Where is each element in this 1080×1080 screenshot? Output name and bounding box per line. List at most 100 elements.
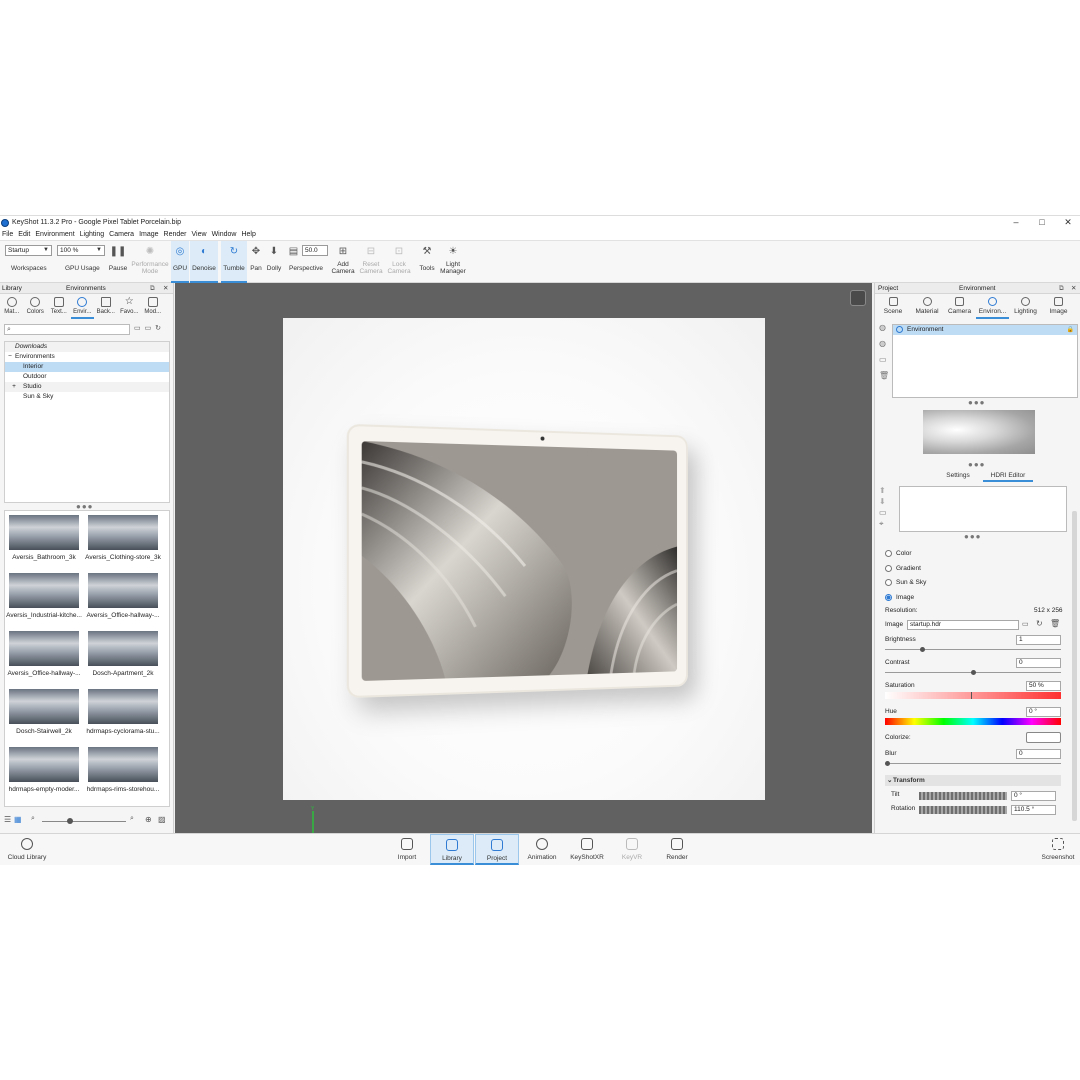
thumbnail-item[interactable]: Dosch-Stairwell_2k bbox=[5, 685, 83, 741]
tree-item-studio[interactable]: + Studio bbox=[5, 382, 169, 392]
delete-icon[interactable]: 🗑 bbox=[1050, 619, 1060, 628]
light-manager-button[interactable]: ☀ Light Manager bbox=[438, 241, 468, 283]
tab-material[interactable]: Material bbox=[911, 295, 943, 319]
tab-image[interactable]: Image bbox=[1042, 295, 1075, 319]
lock-icon[interactable]: 🔒 bbox=[1067, 325, 1074, 335]
radio-button[interactable] bbox=[885, 564, 892, 572]
list-view-icon[interactable]: ☰ bbox=[4, 815, 11, 824]
download-icon[interactable]: ⊕ bbox=[145, 815, 152, 824]
blur-slider-knob[interactable] bbox=[885, 761, 890, 766]
properties-scrollbar[interactable] bbox=[1072, 511, 1077, 821]
background-option-image[interactable]: Image bbox=[885, 592, 914, 602]
tab-favorites[interactable]: ☆ Favo... bbox=[118, 295, 142, 319]
brightness-slider-knob[interactable] bbox=[920, 647, 925, 652]
reset-camera-button[interactable]: ⊟ Reset Camera bbox=[358, 241, 384, 283]
gpu-usage-select[interactable]: 100 % ▼ bbox=[57, 245, 105, 256]
menu-image[interactable]: Image bbox=[139, 231, 158, 238]
menu-camera[interactable]: Camera bbox=[109, 231, 134, 238]
workspace-select[interactable]: Startup ▼ bbox=[5, 245, 52, 256]
hue-gradient-slider[interactable] bbox=[885, 718, 1061, 725]
colorize-color-swatch[interactable] bbox=[1026, 732, 1061, 743]
import-button[interactable]: Import bbox=[392, 834, 422, 865]
pin-settings-icon[interactable]: ▭ bbox=[879, 508, 887, 517]
blur-input[interactable]: 0 bbox=[1016, 749, 1061, 759]
render-viewport[interactable]: Y X bbox=[175, 283, 872, 843]
undock-icon[interactable]: ⧉ bbox=[1059, 283, 1064, 294]
thumbnail-item[interactable]: Aversis_Office-hallway-... bbox=[84, 569, 162, 625]
radio-button[interactable] bbox=[885, 578, 892, 586]
thumbnail-size-slider[interactable] bbox=[42, 821, 126, 822]
menu-help[interactable]: Help bbox=[241, 231, 255, 238]
transform-section-header[interactable]: ⌄ Transform bbox=[885, 775, 1061, 786]
close-panel-icon[interactable]: ✕ bbox=[1071, 283, 1076, 294]
saturation-gradient-slider[interactable] bbox=[885, 692, 1061, 699]
keyshotxr-button[interactable]: KeyShotXR bbox=[568, 834, 606, 865]
image-file-input[interactable]: startup.hdr bbox=[907, 620, 1019, 630]
brightness-input[interactable]: 1 bbox=[1016, 635, 1061, 645]
tab-camera[interactable]: Camera bbox=[943, 295, 976, 319]
environment-settings-icon[interactable]: ▭ bbox=[879, 355, 887, 364]
delete-icon[interactable]: 🗑 bbox=[879, 371, 889, 380]
animation-button[interactable]: Animation bbox=[523, 834, 561, 865]
menu-lighting[interactable]: Lighting bbox=[80, 231, 105, 238]
slider-knob[interactable] bbox=[67, 818, 73, 824]
dolly-button[interactable]: ⬇ Dolly bbox=[264, 241, 284, 283]
saturation-slider-marker[interactable] bbox=[971, 692, 972, 699]
add-camera-button[interactable]: ⊞ Add Camera bbox=[331, 241, 355, 283]
menu-window[interactable]: Window bbox=[212, 231, 237, 238]
tablet-model[interactable] bbox=[346, 423, 688, 699]
tab-lighting[interactable]: Lighting bbox=[1009, 295, 1042, 319]
folder-open-icon[interactable]: ▭ bbox=[134, 325, 142, 332]
duplicate-environment-icon[interactable]: ◍ bbox=[879, 339, 886, 348]
grid-view-icon[interactable]: ▦ bbox=[14, 815, 22, 824]
tab-materials[interactable]: Mat... bbox=[0, 295, 24, 319]
blur-slider[interactable] bbox=[885, 763, 1061, 764]
tree-item-sun-sky[interactable]: Sun & Sky bbox=[5, 392, 169, 402]
maximize-button[interactable]: □ bbox=[1029, 216, 1055, 229]
menu-edit[interactable]: Edit bbox=[18, 231, 30, 238]
splitter-handle[interactable]: ●●● bbox=[968, 460, 986, 469]
thumbnail-item[interactable]: Aversis_Industrial-kitche... bbox=[5, 569, 83, 625]
folder-open-icon[interactable]: ▭ bbox=[1022, 620, 1029, 628]
tab-hdri-editor[interactable]: HDRI Editor bbox=[983, 470, 1033, 482]
refresh-icon[interactable]: ↻ bbox=[1036, 619, 1043, 628]
tab-models[interactable]: Mod... bbox=[141, 295, 165, 319]
render-button[interactable]: Render bbox=[662, 834, 692, 865]
keyvr-button[interactable]: KeyVR bbox=[618, 834, 646, 865]
library-toggle-button[interactable]: Library bbox=[430, 834, 474, 865]
thumbnail-item[interactable]: Aversis_Bathroom_3k bbox=[5, 511, 83, 567]
tab-settings[interactable]: Settings bbox=[933, 470, 983, 482]
refresh-icon[interactable]: ↻ bbox=[155, 325, 162, 332]
rotation-input[interactable]: 110.5 ° bbox=[1011, 805, 1056, 815]
move-down-icon[interactable]: ⬇ bbox=[879, 497, 886, 506]
tab-scene[interactable]: Scene bbox=[875, 295, 911, 319]
undock-icon[interactable]: ⧉ bbox=[150, 283, 155, 294]
tab-textures[interactable]: Text... bbox=[47, 295, 71, 319]
thumbnail-item[interactable]: Aversis_Office-hallway-... bbox=[5, 627, 83, 683]
background-option-sun-sky[interactable]: Sun & Sky bbox=[885, 577, 926, 587]
add-environment-icon[interactable]: ◍ bbox=[879, 323, 886, 332]
tilt-input[interactable]: 0 ° bbox=[1011, 791, 1056, 801]
environment-list-item[interactable]: Environment 🔒 bbox=[893, 325, 1077, 335]
tab-environment[interactable]: Environ... bbox=[976, 295, 1009, 319]
thumbnail-item[interactable]: hdrmaps-empty-moder... bbox=[5, 743, 83, 799]
menu-environment[interactable]: Environment bbox=[35, 231, 74, 238]
performance-mode-button[interactable]: ✺ Performance Mode bbox=[130, 241, 170, 283]
tab-colors[interactable]: Colors bbox=[24, 295, 48, 319]
rotation-scrub-slider[interactable] bbox=[919, 806, 1007, 814]
brightness-slider[interactable] bbox=[885, 649, 1061, 650]
background-option-gradient[interactable]: Gradient bbox=[885, 563, 921, 573]
denoise-toggle-button[interactable]: ◐ Denoise bbox=[190, 241, 218, 283]
close-button[interactable]: ✕ bbox=[1055, 216, 1080, 229]
render-canvas[interactable]: Y X bbox=[283, 318, 765, 843]
minimize-button[interactable]: – bbox=[1003, 216, 1029, 229]
tumble-button[interactable]: ↻ Tumble bbox=[221, 241, 247, 283]
viewport-settings-icon[interactable] bbox=[850, 290, 866, 306]
thumbnail-item[interactable]: Aversis_Clothing-store_3k bbox=[84, 511, 162, 567]
expand-icon[interactable]: + bbox=[5, 382, 23, 392]
screenshot-button[interactable]: Screenshot bbox=[1038, 834, 1078, 865]
hue-input[interactable]: 0 ° bbox=[1026, 707, 1061, 717]
folder-add-icon[interactable]: ▭ bbox=[145, 325, 153, 332]
zoom-out-icon[interactable]: ⌕ bbox=[31, 815, 35, 823]
tree-item-interior[interactable]: Interior bbox=[5, 362, 169, 372]
